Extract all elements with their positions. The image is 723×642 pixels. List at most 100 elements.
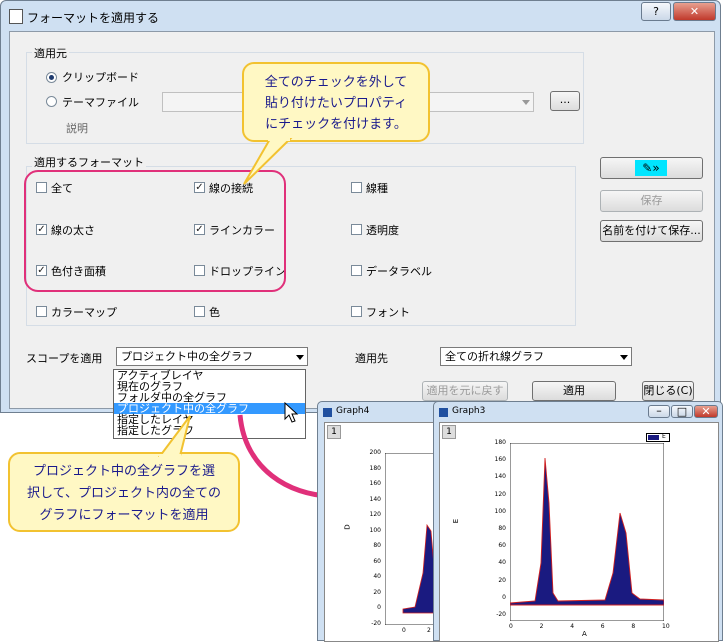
graph3-x-tick-label: 4 bbox=[570, 623, 575, 630]
format-checkbox-label: データラベル bbox=[366, 265, 432, 278]
apply-button[interactable]: 適用 bbox=[532, 381, 616, 401]
scope-label: スコープを適用 bbox=[26, 352, 103, 365]
target-combo-arrow-icon bbox=[620, 355, 628, 360]
clipboard-label: クリップボード bbox=[62, 71, 139, 84]
callout-bottom-line3: グラフにフォーマットを適用 bbox=[39, 508, 209, 523]
instruction-callout-bottom: プロジェクト中の全グラフを選 択して、プロジェクト内の全ての グラフにフォーマッ… bbox=[8, 452, 240, 532]
graph4-y-tick-label: 120 bbox=[369, 511, 381, 518]
graph3-y-tick-label: 40 bbox=[498, 559, 506, 567]
callout-top-line3: にチェックを付けます。 bbox=[265, 117, 407, 132]
graph3-y-tick-label: 0 bbox=[502, 593, 506, 601]
graph3-window: Graph3 – □ ✕ 1 E E A 180 160 140 120 100 80 60… bbox=[433, 401, 723, 642]
theme-menu-button[interactable]: ✎» bbox=[600, 157, 703, 179]
graph3-y-tick-label: 120 bbox=[494, 490, 506, 498]
graph4-window: Graph4 1 D 200 180 160 140 120 100 80 60 40 20 0 -2… bbox=[317, 401, 447, 642]
app-icon bbox=[9, 9, 23, 24]
format-checkbox-label: 色 bbox=[209, 306, 220, 319]
pencil-icon: ✎» bbox=[635, 160, 667, 176]
format-checkbox-11[interactable] bbox=[351, 306, 362, 317]
callout-top-line2: 貼り付けたいプロパティ bbox=[264, 96, 408, 111]
callout-bottom-line2: 択して、プロジェクト内の全ての bbox=[27, 486, 221, 501]
browse-button[interactable]: ... bbox=[550, 91, 580, 111]
graph3-x-tick-label: 2 bbox=[539, 623, 544, 630]
help-button[interactable]: ? bbox=[641, 2, 671, 21]
graph3-y-tick-label: 140 bbox=[494, 473, 506, 481]
graph3-close-button[interactable]: ✕ bbox=[694, 405, 718, 418]
graph3-y-tick-label: 60 bbox=[498, 542, 506, 550]
graph3-ylabel: E bbox=[452, 518, 461, 524]
close-button[interactable]: 閉じる(C) bbox=[642, 381, 694, 401]
graph4-x-tick-label: 2 bbox=[427, 627, 431, 634]
undo-apply-button[interactable]: 適用を元に戻す bbox=[422, 381, 508, 401]
source-legend: 適用元 bbox=[32, 45, 69, 61]
callout-top-line1: 全てのチェックを外して bbox=[264, 75, 408, 90]
callout-top-tail bbox=[243, 138, 293, 185]
graph3-legend-swatch bbox=[648, 435, 659, 440]
scope-combo-arrow-icon bbox=[296, 355, 304, 360]
format-checkbox-9[interactable] bbox=[36, 306, 47, 317]
graph3-y-tick-label: 20 bbox=[498, 576, 506, 584]
graph3-plot bbox=[510, 443, 664, 621]
graph4-y-tick-label: 40 bbox=[373, 573, 381, 580]
theme-combo-arrow-icon bbox=[522, 100, 530, 105]
format-checkbox-label: 透明度 bbox=[366, 224, 399, 237]
graph4-y-tick-label: 200 bbox=[369, 449, 381, 456]
graph3-area bbox=[510, 457, 664, 606]
target-label: 適用先 bbox=[355, 352, 388, 365]
format-checkbox-label: フォント bbox=[366, 306, 410, 319]
format-checkbox-label: 線種 bbox=[366, 182, 388, 195]
graph4-layer-tab[interactable]: 1 bbox=[327, 425, 341, 439]
graph4-y-tick-label: 0 bbox=[377, 604, 381, 611]
graph3-legend-box: E bbox=[646, 433, 670, 442]
save-button[interactable]: 保存 bbox=[600, 190, 703, 212]
format-checkbox-8[interactable] bbox=[351, 265, 362, 276]
graph4-y-tick-label: 100 bbox=[369, 526, 381, 534]
graph4-y-tick-label: 160 bbox=[369, 480, 381, 487]
graph4-y-tick-label: 20 bbox=[373, 588, 381, 596]
graph3-page: 1 E E A 180 160 140 120 100 80 60 40 20 0 -20 0246… bbox=[439, 422, 719, 642]
graph4-y-tick-label: 80 bbox=[373, 542, 381, 549]
format-legend: 適用するフォーマット bbox=[32, 154, 146, 170]
graph4-page: 1 D 200 180 160 140 120 100 80 60 40 20 0 -20 02 bbox=[324, 422, 447, 642]
graph3-x-tick-label: 0 bbox=[509, 623, 513, 630]
graph3-x-tick-label: 8 bbox=[631, 623, 636, 630]
format-checkbox-2[interactable] bbox=[351, 182, 362, 193]
graph4-y-tick-label: 140 bbox=[369, 495, 381, 503]
close-window-button[interactable]: ✕ bbox=[673, 2, 716, 21]
target-combo[interactable]: 全ての折れ線グラフ bbox=[440, 347, 632, 366]
graph3-y-tick-label: -20 bbox=[496, 611, 506, 618]
graph3-layer-tab[interactable]: 1 bbox=[442, 425, 456, 439]
graph4-icon bbox=[323, 408, 332, 417]
save-as-button[interactable]: 名前を付けて保存... bbox=[600, 220, 703, 242]
graph3-xlabel: A bbox=[582, 630, 587, 638]
clipboard-radio[interactable] bbox=[46, 72, 57, 83]
format-checkbox-label: カラーマップ bbox=[51, 306, 117, 319]
highlight-frame bbox=[24, 170, 286, 292]
dialog-title: フォーマットを適用する bbox=[27, 11, 160, 25]
graph4-y-tick-label: -20 bbox=[371, 619, 381, 627]
theme-file-radio[interactable] bbox=[46, 96, 57, 107]
graph4-x-tick-label: 0 bbox=[402, 627, 406, 634]
graph4-ylabel: D bbox=[343, 524, 352, 530]
graph3-y-tick-label: 100 bbox=[494, 507, 506, 515]
graph3-y-tick-label: 180 bbox=[494, 439, 506, 446]
description-label: 説明 bbox=[66, 122, 88, 135]
graph3-y-tick-label: 160 bbox=[494, 456, 506, 464]
callout-bottom-line1: プロジェクト中の全グラフを選 bbox=[32, 464, 215, 479]
instruction-callout-top: 全てのチェックを外して 貼り付けたいプロパティ にチェックを付けます。 bbox=[242, 62, 430, 142]
graph3-legend-text: E bbox=[662, 433, 666, 440]
format-checkbox-5[interactable] bbox=[351, 224, 362, 235]
graph3-y-tick-label: 80 bbox=[498, 525, 506, 532]
graph3-x-tick-label: 6 bbox=[600, 623, 605, 630]
format-checkbox-10[interactable] bbox=[194, 306, 205, 317]
graph3-title: Graph3 bbox=[452, 406, 486, 416]
graph4-title: Graph4 bbox=[336, 406, 370, 416]
scope-combo[interactable]: プロジェクト中の全グラフ bbox=[116, 347, 308, 366]
graph3-minimize-button[interactable]: – bbox=[648, 405, 670, 418]
graph3-x-tick-label: 10 bbox=[662, 623, 670, 630]
graph3-maximize-button[interactable]: □ bbox=[671, 405, 693, 418]
graph4-y-tick-label: 60 bbox=[373, 557, 381, 565]
callout-bottom-tail bbox=[158, 415, 191, 458]
theme-file-label: テーマファイル bbox=[62, 96, 139, 109]
graph4-y-tick-label: 180 bbox=[369, 464, 381, 472]
